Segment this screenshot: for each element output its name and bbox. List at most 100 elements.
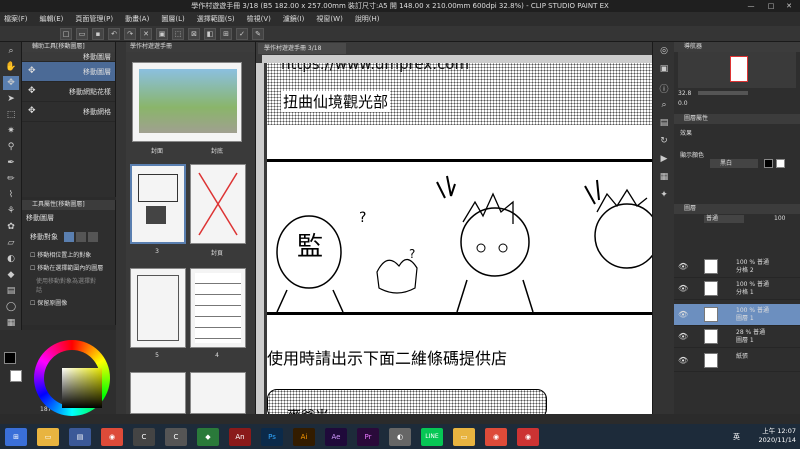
eraser-icon[interactable]: ▱ [3,236,19,250]
menu-animation[interactable]: 動畫(A) [125,14,149,24]
canvas-tab[interactable]: 學作村遊遊手冊 3/18 [258,43,346,54]
sub-color-swatch[interactable] [10,370,22,382]
layer-search-icon[interactable]: ⌕ [656,100,672,114]
ime-indicator[interactable]: 英 [733,432,740,442]
maximize-button[interactable]: □ [762,0,780,12]
subtool-item-move-grid[interactable]: ✥ 移動網格 [22,102,115,122]
page-panel-tab[interactable]: 學作村遊遊手冊 [126,42,255,52]
select-tool-icon[interactable]: ⬚ [3,108,19,122]
subtool-group[interactable]: 移動圖層 [22,52,115,62]
clip-studio-icon[interactable]: C [133,427,155,446]
eye-icon[interactable]: 👁 [678,332,688,341]
open-icon[interactable]: ▭ [76,27,88,40]
target-tone-button[interactable] [76,232,86,242]
clip-paint-icon[interactable]: C [165,427,187,446]
premiere-icon[interactable]: Pr [357,427,379,446]
color-wheel[interactable] [34,340,110,416]
menu-view[interactable]: 檢視(V) [247,14,271,24]
eye-icon[interactable]: 👁 [678,356,688,365]
photoshop-icon[interactable]: Ps [261,427,283,446]
color-square[interactable] [62,368,102,408]
menu-layer[interactable]: 圖層(L) [161,14,184,24]
eye-icon[interactable]: 👁 [678,310,688,319]
page-4-thumb[interactable] [190,268,246,348]
save-icon[interactable]: ▪ [92,27,104,40]
clock[interactable]: 上午 12:07 2020/11/14 [759,427,796,445]
subtool-item-move-tone[interactable]: ✥ 移動網點花樣 [22,82,115,102]
game-icon[interactable]: ◆ [197,427,219,446]
deselect-icon[interactable]: ⊠ [188,27,200,40]
menu-help[interactable]: 說明(H) [355,14,380,24]
item-bank-icon[interactable]: ▦ [656,172,672,186]
layer-row[interactable]: 👁 28 % 普通 圖層 1 [674,326,800,348]
frame-icon[interactable]: ▦ [3,316,19,330]
start-icon[interactable]: ⊞ [5,427,27,446]
photo-icon[interactable]: ◐ [389,427,411,446]
auto-action-icon[interactable]: ▶ [656,154,672,168]
page-3-thumb[interactable] [130,164,186,244]
target-grid-button[interactable] [88,232,98,242]
blend-tool-icon[interactable]: ◐ [3,252,19,266]
gradient-icon[interactable]: ▤ [3,284,19,298]
option-row[interactable]: ☐ 移動在選擇範圍內的圖層 [22,261,115,274]
option-row[interactable]: 使用移動對象為選擇對話 [22,274,115,296]
rotation-value[interactable]: 0.0 [678,100,688,107]
folder-icon[interactable]: ▭ [37,427,59,446]
menu-select[interactable]: 選擇範圍(S) [197,14,235,24]
new-icon[interactable]: □ [60,27,72,40]
layer-row[interactable]: 👁 100 % 普通 分格 1 [674,278,800,300]
decoration-icon[interactable]: ✿ [3,220,19,234]
animate-icon[interactable]: An [229,427,251,446]
option-row[interactable]: ☐ 保留原圖像 [22,296,115,309]
menu-page[interactable]: 頁面管理(P) [75,14,113,24]
close-button[interactable]: ✕ [780,0,798,12]
navigator-preview[interactable] [678,52,796,88]
main-color-swatch[interactable] [4,352,16,364]
menu-edit[interactable]: 編輯(E) [40,14,64,24]
line-icon[interactable]: LINE [421,427,443,446]
eyedropper-icon[interactable]: ⚲ [3,140,19,154]
redo-icon[interactable]: ↷ [124,27,136,40]
clear-icon[interactable]: ✕ [140,27,152,40]
blend-mode-select[interactable]: 普通 [704,215,744,223]
material-icon[interactable]: ▤ [656,118,672,132]
operation-tool-icon[interactable]: ➤ [3,92,19,106]
page-5-thumb[interactable] [130,268,186,348]
opacity-value[interactable]: 100 [774,215,785,222]
target-layer-button[interactable] [64,232,74,242]
check-icon[interactable]: ✓ [236,27,248,40]
fill-icon[interactable]: ▣ [156,27,168,40]
layer-row-selected[interactable]: 👁 100 % 普通 圖層 1 [674,304,800,326]
layer-row[interactable]: 👁 100 % 普通 分格 2 [674,256,800,278]
brush-tool-icon[interactable]: ⌇ [3,188,19,202]
option-row[interactable]: ☐ 移動相位置上的對象 [22,248,115,261]
black-swatch[interactable] [764,159,773,168]
zoom-tool-icon[interactable]: ⌕ [3,44,19,58]
invert-icon[interactable]: ◧ [204,27,216,40]
canvas-page[interactable]: https://www.dmprex.com 扭曲仙境觀光部 ? ? 監 使用時… [267,63,652,414]
chrome-icon[interactable]: ◉ [101,427,123,446]
expand-icon[interactable]: ⊞ [220,27,232,40]
history-icon[interactable]: ↻ [656,136,672,150]
layer-row[interactable]: 👁 紙張 [674,350,800,372]
eye-icon[interactable]: 👁 [678,262,688,271]
minimize-button[interactable]: — [742,0,760,12]
page-6-thumb[interactable] [190,372,246,414]
hand-tool-icon[interactable]: ✋ [3,60,19,74]
menu-filter[interactable]: 濾鏡(I) [283,14,305,24]
undo-icon[interactable]: ↶ [108,27,120,40]
illustrator-icon[interactable]: Ai [293,427,315,446]
subview-icon[interactable]: ▣ [656,64,672,78]
menu-window[interactable]: 視窗(W) [316,14,342,24]
app-icon[interactable]: ▤ [69,427,91,446]
eye-icon[interactable]: 👁 [678,284,688,293]
page-7-thumb[interactable] [130,372,186,414]
white-swatch[interactable] [776,159,785,168]
assist-icon[interactable]: ✦ [656,190,672,204]
figure-icon[interactable]: ◯ [3,300,19,314]
zoom-value[interactable]: 32.8 [678,90,691,97]
display-color-select[interactable]: 黑白 [710,159,758,168]
cover-spread-thumb[interactable] [132,62,242,142]
chrome-window2-icon[interactable]: ◉ [517,427,539,446]
after-effects-icon[interactable]: Ae [325,427,347,446]
